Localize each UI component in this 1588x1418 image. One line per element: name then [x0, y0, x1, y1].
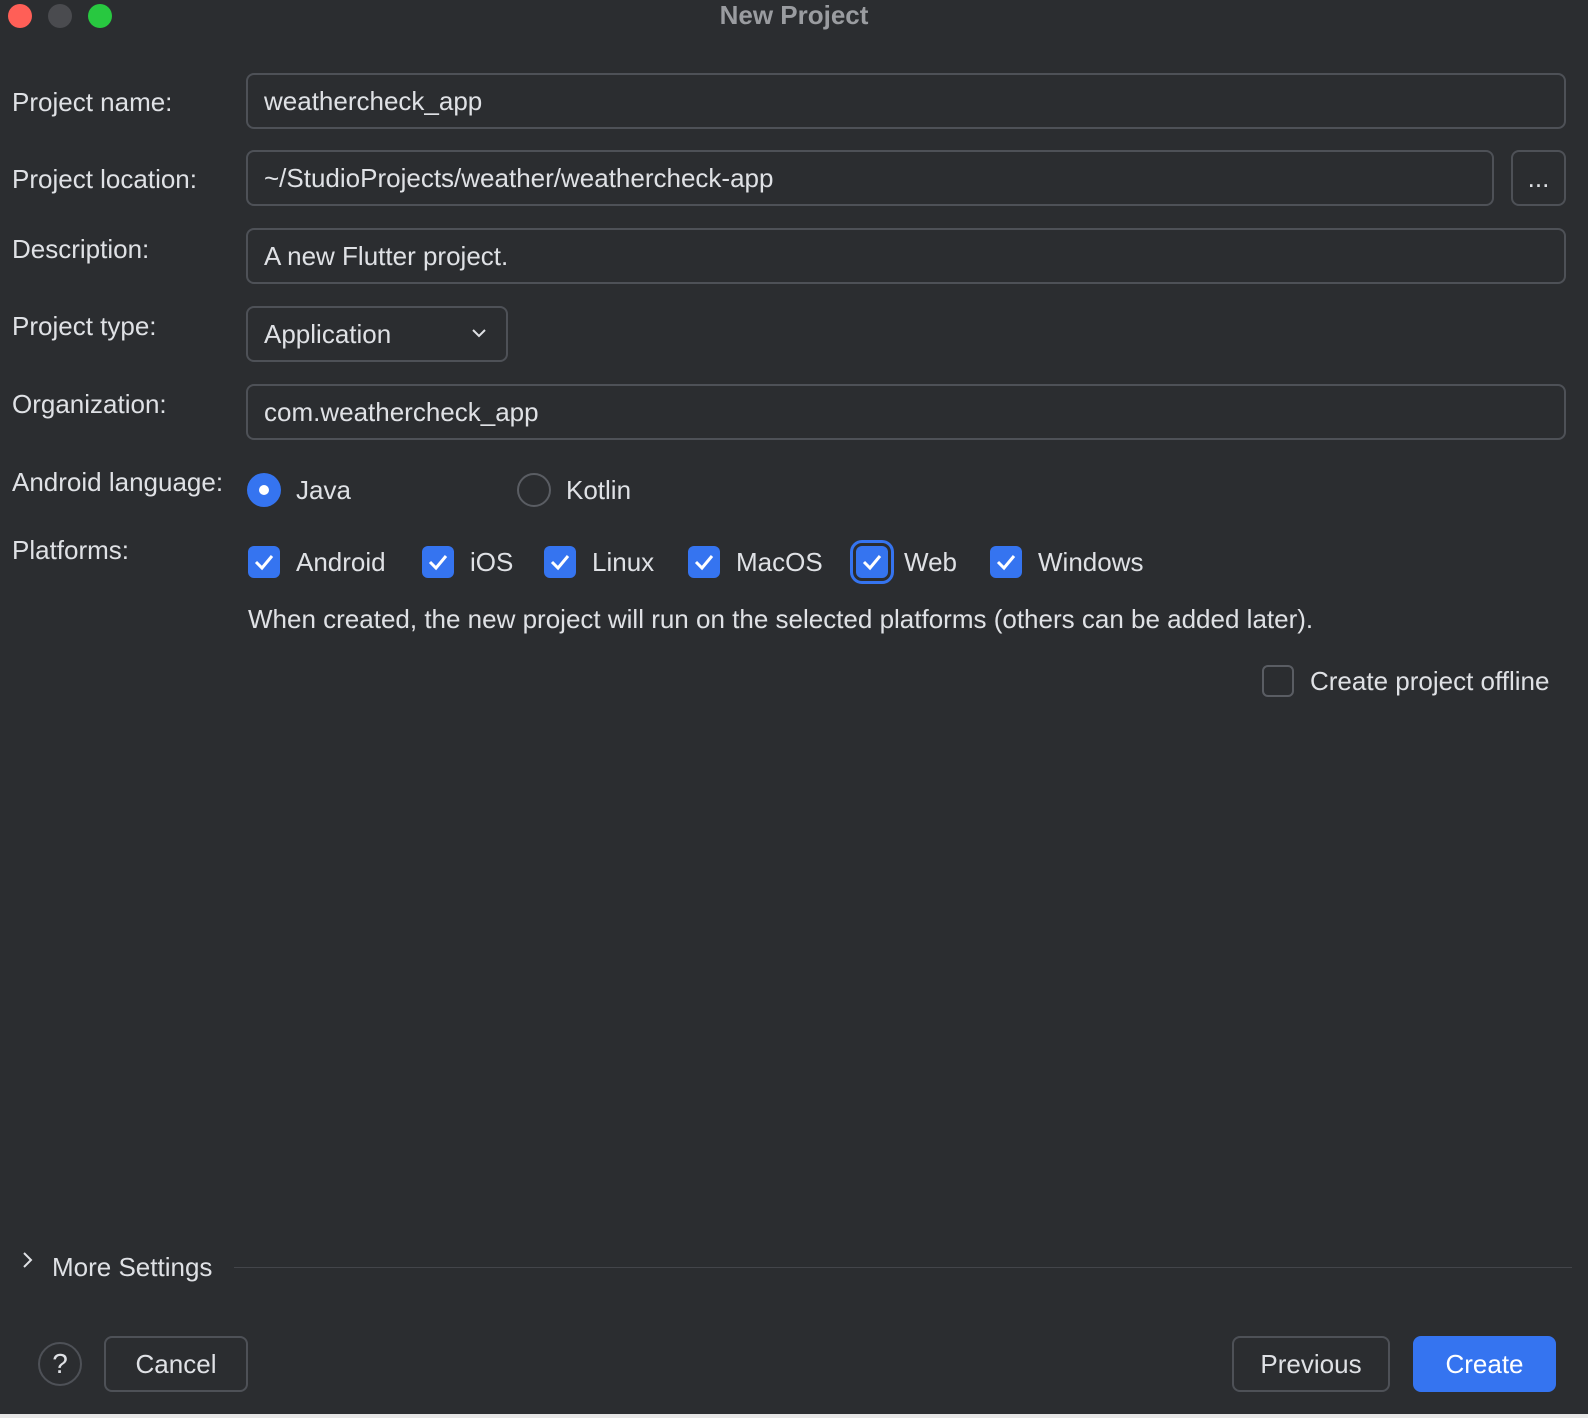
project-name-input[interactable] — [246, 73, 1566, 129]
project-location-input[interactable] — [246, 150, 1494, 206]
macos-checkbox-label: MacOS — [736, 547, 823, 577]
organization-input[interactable] — [246, 384, 1566, 440]
android-checkbox[interactable] — [248, 546, 280, 578]
new-project-dialog: New Project Project name: Project locati… — [0, 0, 1588, 1418]
checkmark-icon — [254, 555, 274, 571]
chevron-right-icon[interactable] — [18, 1250, 38, 1270]
create-button[interactable]: Create — [1413, 1336, 1556, 1392]
macos-checkbox[interactable] — [688, 546, 720, 578]
divider — [234, 1267, 1572, 1268]
web-checkbox-label: Web — [904, 547, 957, 577]
create-offline-label: Create project offline — [1310, 666, 1550, 696]
checkmark-icon — [694, 555, 714, 571]
platforms-label: Platforms: — [12, 535, 130, 565]
java-radio[interactable] — [247, 473, 281, 507]
create-offline-checkbox[interactable] — [1262, 665, 1294, 697]
checkmark-icon — [550, 555, 570, 571]
project-type-value: Application — [264, 319, 392, 349]
checkmark-icon — [862, 555, 882, 571]
project-location-label: Project location: — [12, 164, 197, 194]
window-title: New Project — [719, 0, 869, 30]
project-type-dropdown[interactable]: Application — [246, 306, 508, 362]
organization-label: Organization: — [12, 389, 167, 419]
chevron-down-icon — [472, 329, 486, 338]
checkmark-icon — [996, 555, 1016, 571]
windows-checkbox[interactable] — [990, 546, 1022, 578]
kotlin-radio-label: Kotlin — [566, 475, 632, 505]
title-bar: New Project — [0, 0, 1588, 30]
window-bottom-edge — [0, 1414, 1588, 1418]
ios-checkbox-label: iOS — [470, 547, 514, 577]
cancel-button[interactable]: Cancel — [104, 1336, 248, 1392]
description-input[interactable] — [246, 228, 1566, 284]
windows-checkbox-label: Windows — [1038, 547, 1144, 577]
web-checkbox[interactable] — [850, 540, 894, 584]
linux-checkbox[interactable] — [544, 546, 576, 578]
browse-location-button[interactable]: ... — [1511, 150, 1566, 206]
description-label: Description: — [12, 234, 150, 264]
project-type-label: Project type: — [12, 311, 157, 341]
android-language-label: Android language: — [12, 467, 224, 497]
help-button[interactable]: ? — [38, 1342, 82, 1386]
previous-button[interactable]: Previous — [1232, 1336, 1390, 1392]
android-checkbox-label: Android — [296, 547, 386, 577]
more-settings-toggle[interactable]: More Settings — [52, 1251, 212, 1283]
checkmark-icon — [428, 555, 448, 571]
kotlin-radio[interactable] — [517, 473, 551, 507]
project-name-label: Project name: — [12, 87, 173, 117]
java-radio-label: Java — [296, 475, 351, 505]
platforms-hint: When created, the new project will run o… — [248, 604, 1314, 634]
linux-checkbox-label: Linux — [592, 547, 655, 577]
ios-checkbox[interactable] — [422, 546, 454, 578]
